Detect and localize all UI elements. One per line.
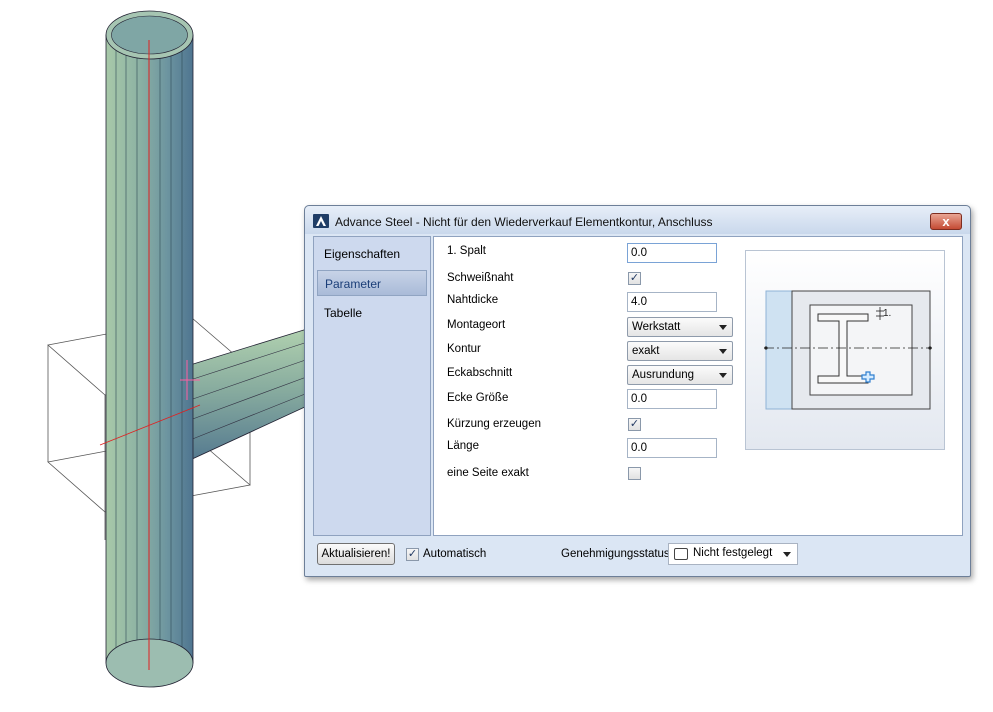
- kontur-label: Kontur: [447, 343, 481, 355]
- close-button[interactable]: x: [930, 213, 962, 230]
- status-label: Genehmigungsstatus: [561, 548, 670, 560]
- seite-exakt-label: eine Seite exakt: [447, 467, 529, 479]
- dimension-label: 1.: [883, 308, 891, 319]
- montageort-label: Montageort: [447, 319, 506, 331]
- steel-column: [99, 10, 201, 688]
- kuerzung-checkbox[interactable]: ✓: [628, 418, 641, 431]
- approval-status-select[interactable]: Nicht festgelegt: [668, 543, 798, 565]
- eckabschnitt-label: Eckabschnitt: [447, 367, 513, 379]
- kuerzung-label: Kürzung erzeugen: [447, 418, 541, 430]
- nav-item-tabelle[interactable]: Tabelle: [317, 300, 427, 326]
- status-value: Nicht festgelegt: [693, 547, 773, 559]
- seite-exakt-checkbox[interactable]: [628, 467, 641, 480]
- schweissnaht-checkbox[interactable]: ✓: [628, 272, 641, 285]
- nav-item-parameter[interactable]: Parameter: [317, 270, 427, 296]
- category-nav: Eigenschaften Parameter Tabelle: [313, 236, 431, 536]
- nahtdicke-input[interactable]: 4.0: [627, 292, 717, 312]
- title-bar[interactable]: Advance Steel - Nicht für den Wiederverk…: [305, 206, 970, 234]
- eckabschnitt-value: Ausrundung: [632, 369, 695, 381]
- laenge-label: Länge: [447, 440, 479, 452]
- checkmark-icon: ✓: [629, 418, 640, 430]
- kontur-select[interactable]: exakt: [627, 341, 733, 361]
- laenge-input[interactable]: 0.0: [627, 438, 717, 458]
- spalt-label: 1. Spalt: [447, 245, 486, 257]
- kontur-value: exakt: [632, 345, 660, 357]
- ecke-groesse-input[interactable]: 0.0: [627, 389, 717, 409]
- nav-item-eigenschaften[interactable]: Eigenschaften: [317, 241, 427, 267]
- close-icon: x: [942, 214, 950, 229]
- montageort-select[interactable]: Werkstatt: [627, 317, 733, 337]
- chevron-down-icon: [719, 325, 727, 330]
- checkmark-icon: ✓: [407, 548, 418, 560]
- chevron-down-icon: [719, 349, 727, 354]
- auto-label: Automatisch: [423, 548, 487, 560]
- connection-preview: 1.: [745, 250, 945, 450]
- dialog-title: Advance Steel - Nicht für den Wiederverk…: [335, 215, 713, 229]
- update-button[interactable]: Aktualisieren!: [317, 543, 395, 565]
- status-swatch-icon: [674, 548, 688, 560]
- auto-checkbox[interactable]: ✓: [406, 548, 419, 561]
- checkmark-icon: ✓: [629, 272, 640, 284]
- nahtdicke-label: Nahtdicke: [447, 294, 499, 306]
- parameter-panel: 1. Spalt 0.0 Schweißnaht ✓ Nahtdicke 4.0…: [433, 236, 963, 536]
- schweissnaht-label: Schweißnaht: [447, 272, 514, 284]
- chevron-down-icon: [719, 373, 727, 378]
- advance-steel-logo-icon: [313, 214, 329, 228]
- chevron-down-icon: [783, 552, 791, 557]
- i-beam-preview-graphic: 1.: [764, 290, 932, 410]
- spalt-input[interactable]: 0.0: [627, 243, 717, 263]
- eckabschnitt-select[interactable]: Ausrundung: [627, 365, 733, 385]
- element-contour-dialog: Advance Steel - Nicht für den Wiederverk…: [304, 205, 971, 577]
- montageort-value: Werkstatt: [632, 321, 681, 333]
- ecke-groesse-label: Ecke Größe: [447, 392, 509, 404]
- diagonal-beam: [171, 324, 321, 461]
